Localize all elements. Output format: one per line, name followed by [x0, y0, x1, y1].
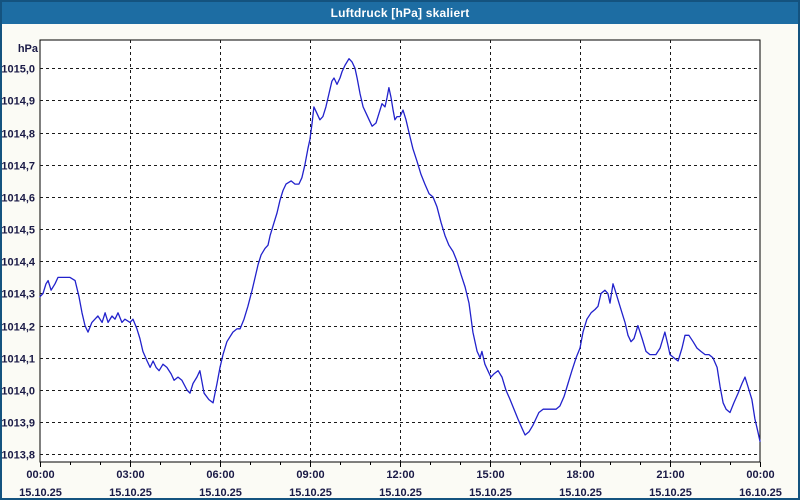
- x-axis-date-label: 15.10.25: [19, 487, 62, 498]
- y-axis-label: 1014,3: [2, 289, 35, 301]
- x-axis-date-label: 15.10.25: [379, 487, 422, 498]
- app-window: Luftdruck [hPa] skaliert hPa 1015,0 1014,…: [0, 0, 800, 500]
- y-axis-label: 1015,0: [2, 64, 35, 76]
- y-axis-label: 1014,0: [2, 386, 35, 398]
- x-axis-time-label: 09:00: [296, 469, 324, 481]
- y-axis-label: 1013,9: [2, 418, 35, 430]
- x-axis-date-label: 15.10.25: [289, 487, 332, 498]
- y-axis-label: 1014,4: [2, 257, 36, 269]
- x-axis-time-label: 00:00: [746, 469, 774, 481]
- x-axis-time-label: 06:00: [206, 469, 234, 481]
- y-axis-label: 1014,6: [2, 193, 35, 205]
- y-axis-label: 1014,9: [2, 96, 35, 108]
- x-axis-date-label: 15.10.25: [199, 487, 242, 498]
- x-axis-time-label: 12:00: [386, 469, 414, 481]
- y-axis-label: 1013,8: [2, 450, 35, 462]
- x-axis-time-label: 18:00: [566, 469, 594, 481]
- x-axis-time-label: 15:00: [476, 469, 504, 481]
- pressure-line-chart: 1015,0 1014,9 1014,8 1014,7 1014,6 1014,5 1014…: [2, 39, 782, 498]
- x-axis-date-label: 15.10.25: [649, 487, 692, 498]
- x-axis-time-label: 00:00: [26, 469, 54, 481]
- y-axis-label: 1014,2: [2, 322, 35, 334]
- window-titlebar[interactable]: Luftdruck [hPa] skaliert: [2, 2, 798, 24]
- y-axis-label: 1014,8: [2, 129, 35, 141]
- y-axis-label: 1014,7: [2, 161, 35, 173]
- x-axis-date-label: 15.10.25: [469, 487, 512, 498]
- y-axis-label: 1014,1: [2, 354, 35, 366]
- x-axis-time-label: 03:00: [116, 469, 144, 481]
- x-axis-time-label: 21:00: [656, 469, 684, 481]
- x-axis-date-label: 15.10.25: [109, 487, 152, 498]
- window-title: Luftdruck [hPa] skaliert: [330, 6, 470, 20]
- x-axis-date-label: 15.10.25: [559, 487, 602, 498]
- y-axis-label: 1014,5: [2, 225, 35, 237]
- x-axis-date-label: 16.10.25: [739, 487, 782, 498]
